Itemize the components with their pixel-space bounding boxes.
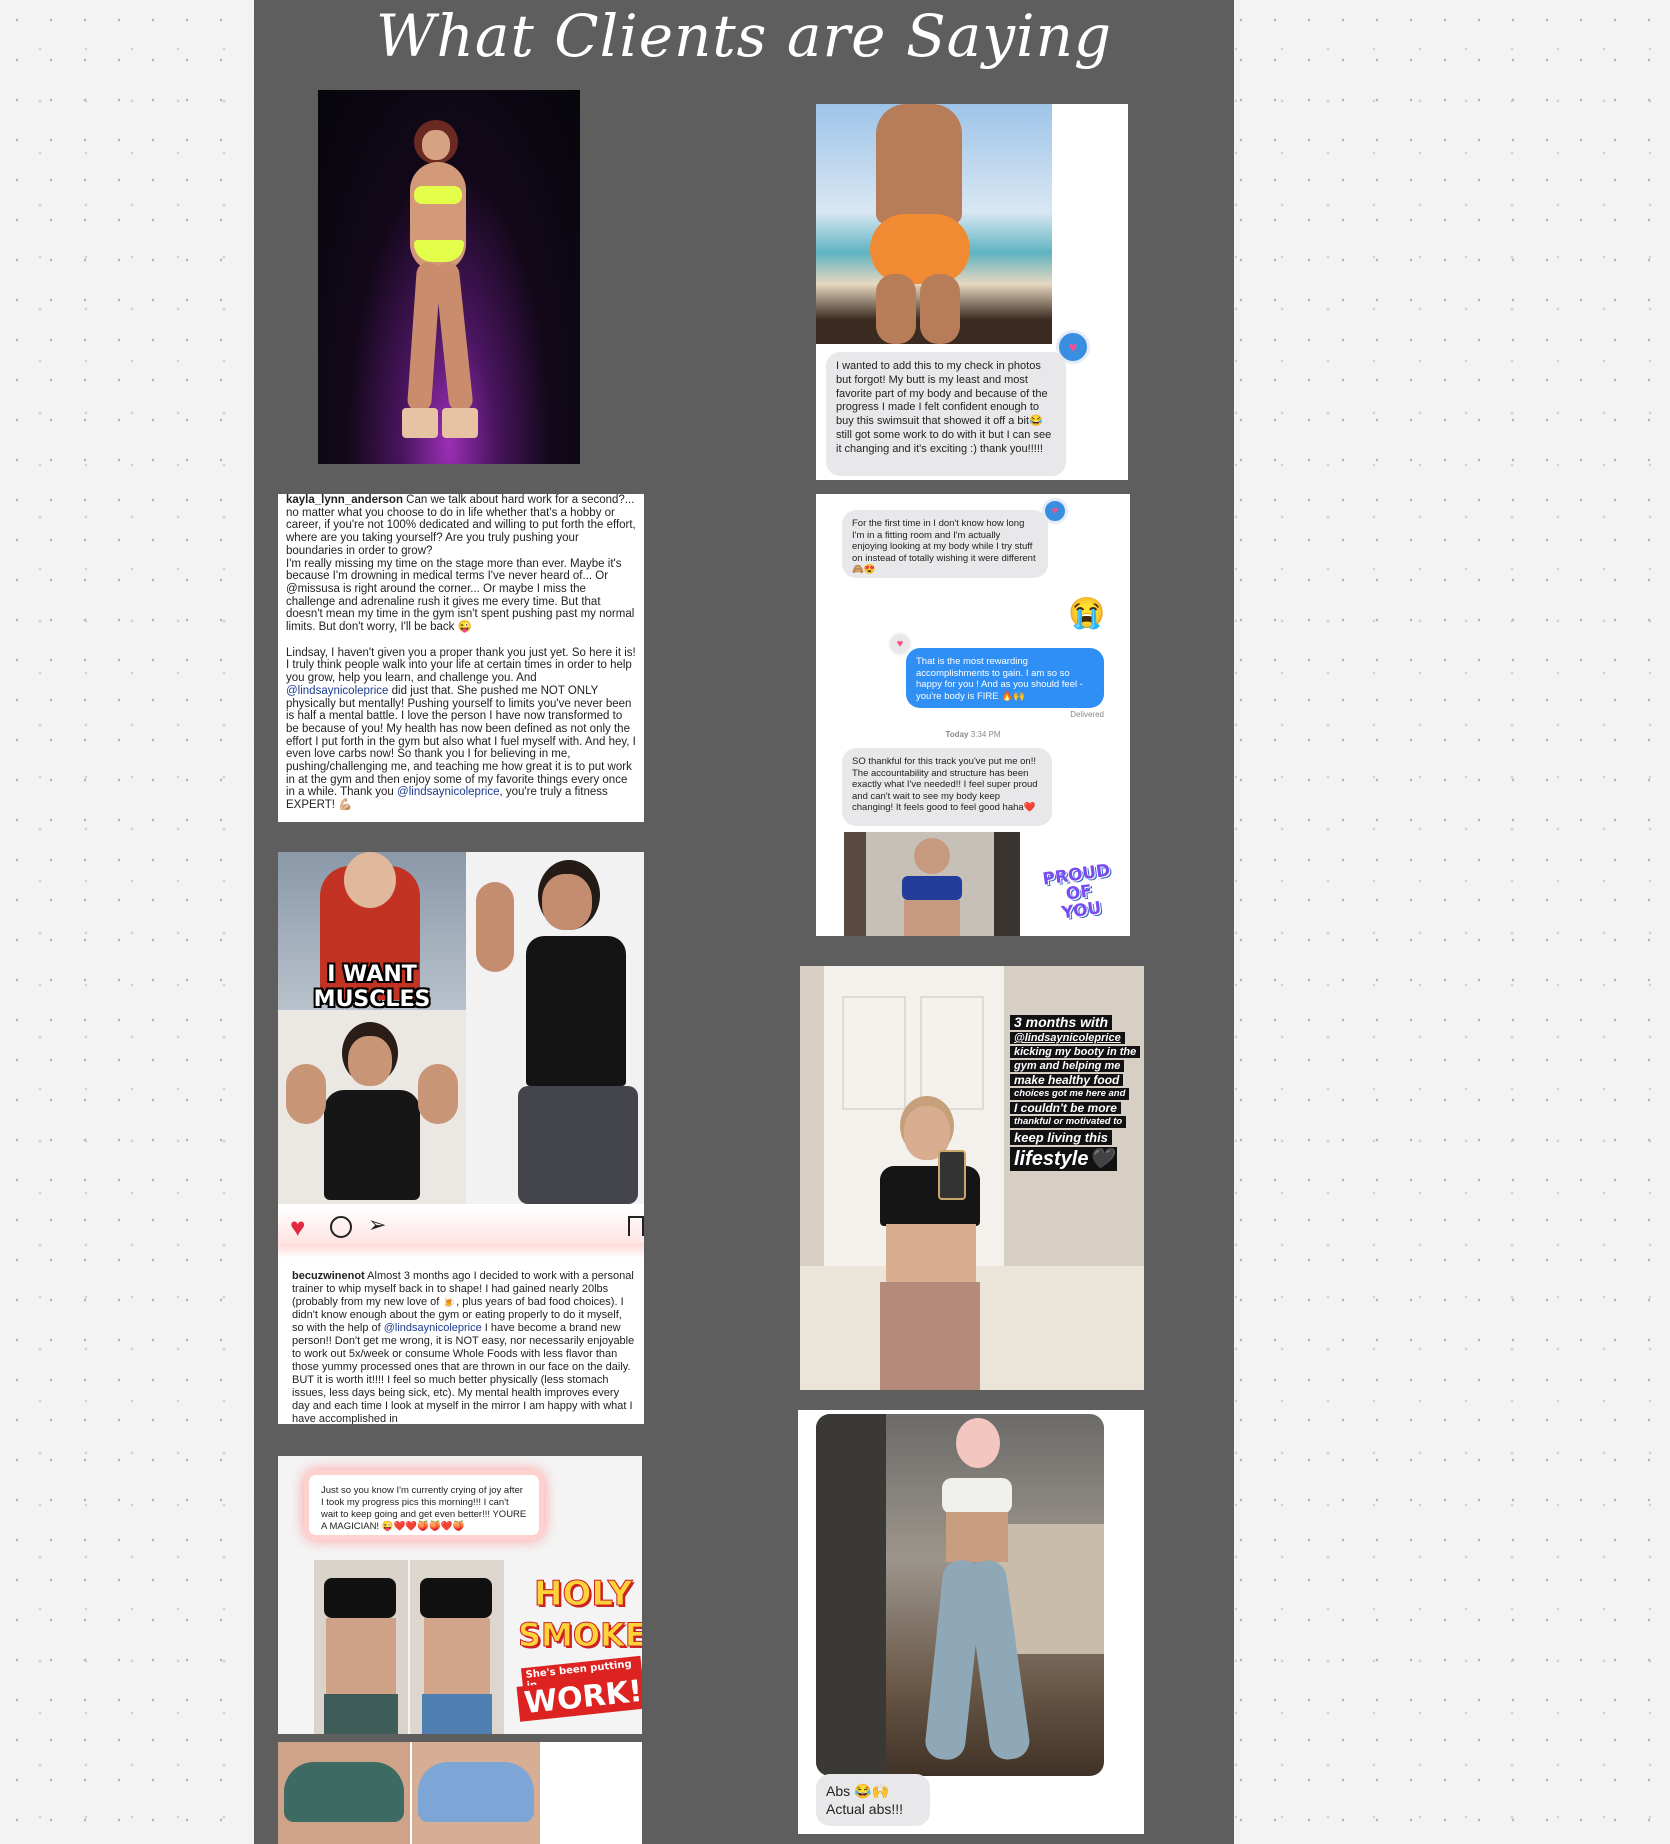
abs-mirror-photo <box>816 1414 1104 1776</box>
fitting-room-photo <box>844 832 1020 936</box>
kayla-username[interactable]: kayla_lynn_anderson <box>286 494 403 506</box>
becuz-mention-link[interactable]: @lindsaynicoleprice <box>384 1322 482 1334</box>
story-caption-overlay: 3 months with @lindsaynicoleprice kickin… <box>1010 1014 1142 1172</box>
like-heart-icon[interactable]: ♥ <box>290 1212 305 1243</box>
testimonial-fitting-room-chat: For the first time in I don't know how l… <box>816 494 1130 936</box>
testimonial-abs: Abs 😂🙌 Actual abs!!! <box>798 1410 1144 1834</box>
progress-photo-bottom <box>278 1742 642 1844</box>
testimonial-three-months-story: 3 months with @lindsaynicoleprice kickin… <box>800 966 1144 1390</box>
chat-reply-bubble: That is the most rewarding accomplishmen… <box>906 648 1104 708</box>
share-send-icon[interactable]: ➢ <box>368 1212 386 1238</box>
testimonial-kayla-post: kayla_lynn_anderson Can we talk about ha… <box>278 494 644 822</box>
holy-before-photo <box>314 1560 408 1734</box>
testimonial-swimsuit: ♥ I wanted to add this to my check in ph… <box>816 104 1128 480</box>
after-photo <box>466 852 644 1204</box>
crying-emoji: 😭 <box>1068 597 1106 630</box>
holy-message-bubble: Just so you know I'm currently crying of… <box>304 1470 544 1540</box>
kayla-paragraph-1: kayla_lynn_anderson Can we talk about ha… <box>286 494 636 557</box>
chat-heart-reaction-icon: ♥ <box>1042 498 1068 524</box>
testimonial-becuzwinenot-post: I WANT MUSCLES NOW! ♥ ➢ becuzwinenot Alm… <box>278 852 644 1424</box>
smokes-sticker: SMOKES <box>518 1616 642 1655</box>
becuz-username[interactable]: becuzwinenot <box>292 1270 365 1282</box>
chat-timestamp: Today 3:34 PM <box>945 730 1001 739</box>
testimonial-holy-smokes: Just so you know I'm currently crying of… <box>278 1456 642 1734</box>
kayla-paragraph-3: Lindsay, I haven't given you a proper th… <box>286 646 636 812</box>
kayla-mention-link[interactable]: @lindsaynicoleprice <box>286 685 388 697</box>
holy-sticker: HOLY <box>533 1574 633 1615</box>
bookmark-icon[interactable] <box>628 1216 644 1236</box>
post-action-bar: ♥ ➢ <box>278 1208 644 1244</box>
abs-caption-bubble: Abs 😂🙌 Actual abs!!! <box>816 1774 930 1826</box>
comment-icon[interactable] <box>330 1216 352 1238</box>
kayla-mention-link-2[interactable]: @lindsaynicoleprice <box>397 786 499 798</box>
content-column: What Clients are Saying kayla_lynn_ander… <box>254 0 1234 1844</box>
swimsuit-message-bubble: I wanted to add this to my check in phot… <box>826 352 1066 476</box>
delivered-status: Delivered <box>1070 710 1104 719</box>
chat-message-1: For the first time in I don't know how l… <box>842 510 1048 578</box>
chat-message-2: SO thankful for this track you've put me… <box>842 748 1052 826</box>
kayla-paragraph-2: I'm really missing my time on the stage … <box>286 557 635 634</box>
before-photo <box>278 1010 466 1204</box>
meme-caption: I WANT MUSCLES NOW! <box>313 962 431 1010</box>
swimsuit-photo <box>816 104 1052 344</box>
meme-panel: I WANT MUSCLES NOW! <box>278 852 466 1010</box>
story-mention-link[interactable]: @lindsaynicoleprice <box>1010 1032 1125 1044</box>
page-title: What Clients are Saying <box>375 2 1113 70</box>
stage-competition-photo <box>318 90 580 464</box>
proud-of-you-sticker: PROUD OF YOU <box>1041 860 1112 924</box>
becuz-caption: becuzwinenot Almost 3 months ago I decid… <box>292 1270 635 1424</box>
holy-after-photo <box>410 1560 504 1734</box>
